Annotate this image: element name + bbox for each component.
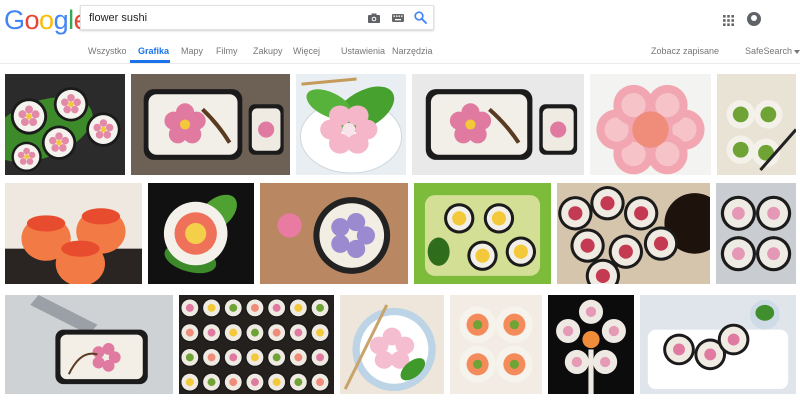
result-thumbnail [5, 295, 173, 394]
image-result[interactable] [450, 295, 542, 394]
image-result[interactable] [260, 183, 408, 284]
search-icon[interactable] [414, 11, 427, 24]
active-tab-indicator [130, 60, 170, 63]
image-result[interactable] [131, 74, 290, 175]
image-result[interactable] [557, 183, 710, 284]
tab-videos[interactable]: Filmy [216, 45, 238, 57]
google-logo[interactable]: Google [4, 5, 89, 35]
result-thumbnail [590, 74, 711, 175]
google-images-page: Google [0, 0, 800, 400]
tab-more[interactable]: Więcej [293, 45, 320, 57]
tab-tools[interactable]: Narzędzia [392, 45, 433, 57]
header-bar: Google [0, 0, 800, 40]
safesearch-label: SafeSearch [745, 46, 793, 56]
logo-letter: o [24, 5, 40, 35]
logo-letter: o [39, 5, 54, 35]
image-result[interactable] [148, 183, 254, 284]
result-thumbnail [414, 183, 551, 284]
image-result[interactable] [640, 295, 796, 394]
tab-images[interactable]: Grafika [138, 45, 169, 57]
tab-all[interactable]: Wszystko [88, 45, 127, 57]
result-thumbnail [716, 183, 796, 284]
apps-icon[interactable] [723, 15, 734, 26]
camera-icon[interactable] [368, 13, 380, 23]
result-thumbnail [296, 74, 406, 175]
image-results-grid [0, 64, 800, 400]
account-icon[interactable] [747, 12, 761, 26]
image-result[interactable] [5, 183, 142, 284]
image-result[interactable] [340, 295, 444, 394]
image-result[interactable] [296, 74, 406, 175]
result-thumbnail [412, 74, 584, 175]
tab-maps[interactable]: Mapy [181, 45, 203, 57]
saved-link[interactable]: Zobacz zapisane [651, 45, 719, 57]
image-result[interactable] [5, 74, 125, 175]
result-thumbnail [450, 295, 542, 394]
search-box [80, 5, 434, 30]
search-input[interactable] [89, 8, 359, 28]
logo-letter: g [53, 5, 69, 35]
result-thumbnail [260, 183, 408, 284]
image-result[interactable] [548, 295, 634, 394]
image-result[interactable] [5, 295, 173, 394]
result-thumbnail [5, 74, 125, 175]
image-result[interactable] [414, 183, 551, 284]
result-thumbnail [717, 74, 796, 175]
result-thumbnail [548, 295, 634, 394]
image-result[interactable] [717, 74, 796, 175]
result-thumbnail [179, 295, 334, 394]
image-result[interactable] [412, 74, 584, 175]
image-result[interactable] [179, 295, 334, 394]
result-thumbnail [131, 74, 290, 175]
result-thumbnail [5, 183, 142, 284]
logo-letter: G [4, 5, 25, 35]
result-thumbnail [640, 295, 796, 394]
search-tabs: Wszystko Grafika Mapy Filmy Zakupy Więce… [0, 40, 800, 64]
result-thumbnail [148, 183, 254, 284]
chevron-down-icon [794, 49, 800, 54]
result-thumbnail [557, 183, 710, 284]
result-thumbnail [340, 295, 444, 394]
image-result[interactable] [716, 183, 796, 284]
keyboard-icon[interactable] [392, 14, 404, 22]
tab-shopping[interactable]: Zakupy [253, 45, 283, 57]
safesearch-toggle[interactable]: SafeSearch [745, 45, 800, 57]
tab-settings[interactable]: Ustawienia [341, 45, 385, 57]
image-result[interactable] [590, 74, 711, 175]
